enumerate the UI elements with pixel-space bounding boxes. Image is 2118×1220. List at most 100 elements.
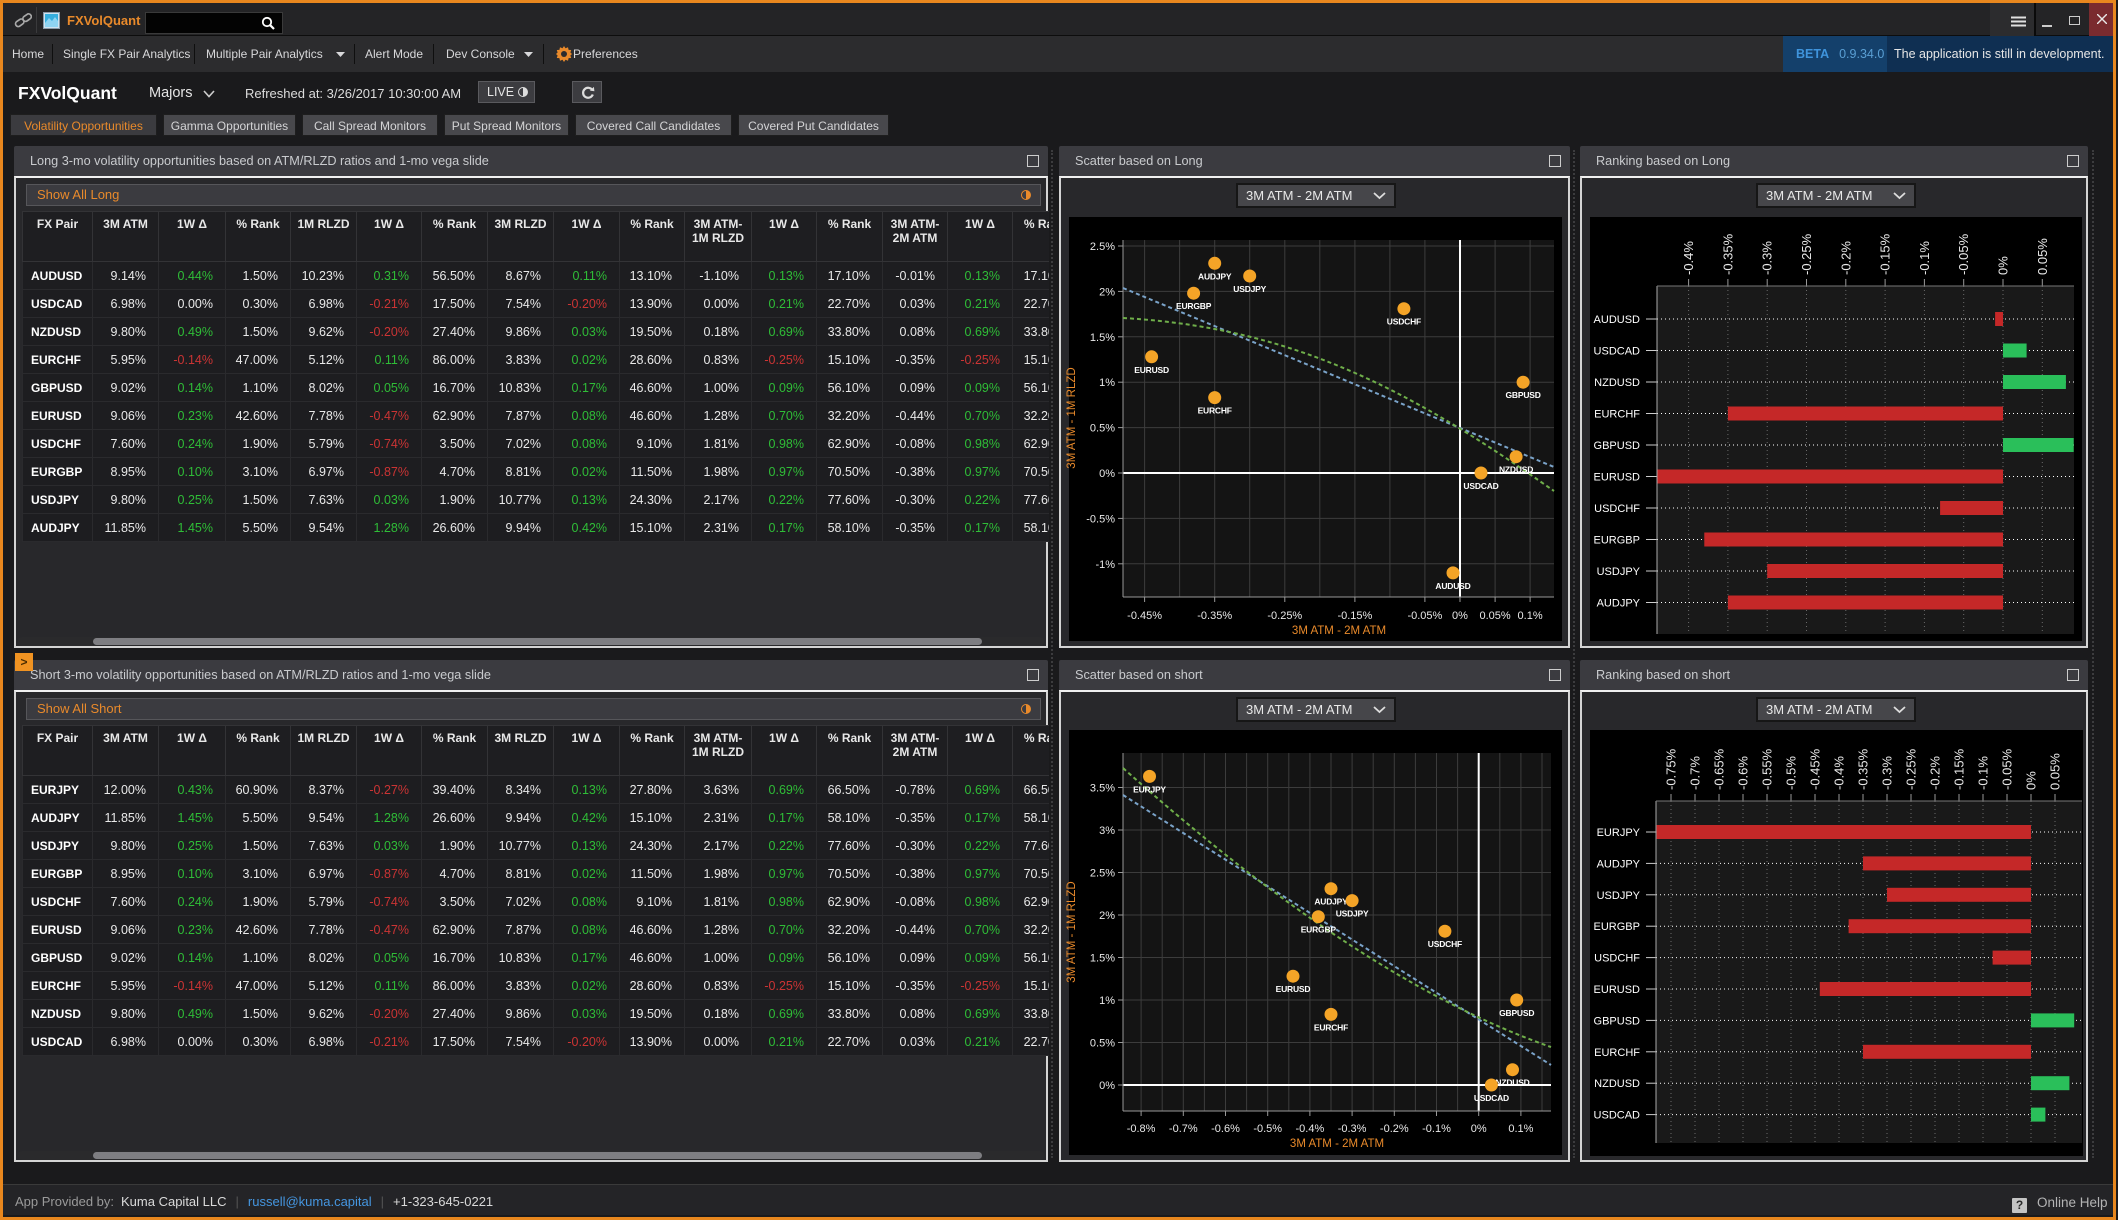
svg-text:-0.5%: -0.5% xyxy=(1253,1123,1282,1135)
svg-text:GBPUSD: GBPUSD xyxy=(1594,1015,1641,1027)
svg-text:-0.4%: -0.4% xyxy=(1681,241,1696,275)
svg-text:EURUSD: EURUSD xyxy=(1594,984,1641,996)
svg-text:USDCHF: USDCHF xyxy=(1387,317,1421,327)
svg-text:-0.2%: -0.2% xyxy=(1838,241,1853,275)
svg-text:-0.1%: -0.1% xyxy=(1976,756,1991,790)
svg-text:-0.75%: -0.75% xyxy=(1664,748,1679,790)
svg-text:0%: 0% xyxy=(1099,1080,1115,1092)
svg-text:NZDUSD: NZDUSD xyxy=(1495,1078,1529,1088)
svg-text:0%: 0% xyxy=(1471,1123,1487,1135)
svg-text:0%: 0% xyxy=(2024,771,2039,790)
svg-text:3M ATM - 2M ATM: 3M ATM - 2M ATM xyxy=(1292,625,1386,637)
svg-text:3M ATM - 1M RLZD: 3M ATM - 1M RLZD xyxy=(1066,367,1078,468)
svg-text:2.5%: 2.5% xyxy=(1090,241,1115,253)
svg-text:-0.25%: -0.25% xyxy=(1267,610,1302,622)
svg-text:-0.25%: -0.25% xyxy=(1799,233,1814,275)
svg-text:-0.4%: -0.4% xyxy=(1832,756,1847,790)
svg-text:-0.3%: -0.3% xyxy=(1880,756,1895,790)
svg-text:EURGBP: EURGBP xyxy=(1176,301,1212,311)
svg-text:0.1%: 0.1% xyxy=(1518,610,1543,622)
svg-text:-0.3%: -0.3% xyxy=(1338,1123,1367,1135)
svg-text:EURCHF: EURCHF xyxy=(1594,1047,1640,1059)
svg-text:USDJPY: USDJPY xyxy=(1233,284,1266,294)
svg-text:-0.5%: -0.5% xyxy=(1784,756,1799,790)
svg-text:EURGBP: EURGBP xyxy=(1594,535,1640,547)
svg-text:EURCHF: EURCHF xyxy=(1594,409,1640,421)
svg-text:NZDUSD: NZDUSD xyxy=(1594,377,1640,389)
svg-text:USDJPY: USDJPY xyxy=(1336,909,1369,919)
svg-text:NZDUSD: NZDUSD xyxy=(1594,1078,1640,1090)
svg-text:1.5%: 1.5% xyxy=(1090,332,1115,344)
svg-text:-0.35%: -0.35% xyxy=(1856,748,1871,790)
svg-text:GBPUSD: GBPUSD xyxy=(1506,390,1541,400)
svg-text:-0.05%: -0.05% xyxy=(1407,610,1442,622)
svg-text:GBPUSD: GBPUSD xyxy=(1499,1008,1534,1018)
svg-text:EURUSD: EURUSD xyxy=(1276,984,1311,994)
svg-text:-0.15%: -0.15% xyxy=(1952,748,1967,790)
svg-text:-0.7%: -0.7% xyxy=(1688,756,1703,790)
svg-text:AUDJPY: AUDJPY xyxy=(1597,598,1641,610)
svg-text:0.5%: 0.5% xyxy=(1090,1038,1115,1050)
svg-text:3M ATM - 2M ATM: 3M ATM - 2M ATM xyxy=(1290,1138,1384,1150)
svg-text:1%: 1% xyxy=(1099,995,1115,1007)
svg-text:USDCHF: USDCHF xyxy=(1594,503,1640,515)
svg-text:-1%: -1% xyxy=(1095,559,1115,571)
svg-text:0.1%: 0.1% xyxy=(1508,1123,1533,1135)
svg-text:0.05%: 0.05% xyxy=(2035,238,2050,275)
svg-text:-0.45%: -0.45% xyxy=(1808,748,1823,790)
svg-text:AUDJPY: AUDJPY xyxy=(1198,271,1232,281)
svg-text:EURJPY: EURJPY xyxy=(1133,784,1166,794)
svg-text:3M ATM - 1M RLZD: 3M ATM - 1M RLZD xyxy=(1066,881,1078,982)
svg-text:-0.1%: -0.1% xyxy=(1422,1123,1451,1135)
svg-text:0.05%: 0.05% xyxy=(1479,610,1510,622)
svg-text:-0.6%: -0.6% xyxy=(1211,1123,1240,1135)
svg-text:AUDUSD: AUDUSD xyxy=(1435,581,1470,591)
svg-text:-0.05%: -0.05% xyxy=(1956,233,1971,275)
svg-text:USDCAD: USDCAD xyxy=(1463,481,1498,491)
svg-text:-0.4%: -0.4% xyxy=(1296,1123,1325,1135)
svg-text:-0.15%: -0.15% xyxy=(1878,233,1893,275)
svg-text:EURUSD: EURUSD xyxy=(1134,365,1169,375)
svg-text:-0.55%: -0.55% xyxy=(1760,748,1775,790)
svg-text:USDCHF: USDCHF xyxy=(1594,953,1640,965)
svg-text:-0.05%: -0.05% xyxy=(2000,748,2015,790)
svg-text:-0.35%: -0.35% xyxy=(1197,610,1232,622)
svg-text:USDJPY: USDJPY xyxy=(1597,890,1641,902)
svg-text:2%: 2% xyxy=(1099,286,1115,298)
svg-text:2.5%: 2.5% xyxy=(1090,868,1115,880)
svg-text:AUDUSD: AUDUSD xyxy=(1594,314,1641,326)
svg-text:0.5%: 0.5% xyxy=(1090,423,1115,435)
svg-text:EURJPY: EURJPY xyxy=(1597,827,1641,839)
svg-text:2%: 2% xyxy=(1099,910,1115,922)
svg-text:-0.8%: -0.8% xyxy=(1127,1123,1156,1135)
svg-text:NZDUSD: NZDUSD xyxy=(1499,465,1533,475)
svg-text:USDCAD: USDCAD xyxy=(1594,1110,1641,1122)
svg-text:1.5%: 1.5% xyxy=(1090,953,1115,965)
svg-text:EURCHF: EURCHF xyxy=(1198,406,1232,416)
svg-text:-0.65%: -0.65% xyxy=(1712,748,1727,790)
svg-text:EURGBP: EURGBP xyxy=(1594,921,1640,933)
svg-text:AUDJPY: AUDJPY xyxy=(1314,897,1348,907)
svg-text:-0.35%: -0.35% xyxy=(1720,233,1735,275)
svg-text:-0.1%: -0.1% xyxy=(1917,241,1932,275)
svg-text:USDCAD: USDCAD xyxy=(1474,1093,1509,1103)
svg-text:-0.5%: -0.5% xyxy=(1086,513,1115,525)
svg-text:-0.6%: -0.6% xyxy=(1736,756,1751,790)
svg-text:USDCAD: USDCAD xyxy=(1594,346,1641,358)
svg-text:-0.3%: -0.3% xyxy=(1760,241,1775,275)
svg-text:0%: 0% xyxy=(1996,256,2011,275)
svg-text:-0.25%: -0.25% xyxy=(1904,748,1919,790)
svg-text:0.05%: 0.05% xyxy=(2048,753,2063,790)
svg-text:1%: 1% xyxy=(1099,377,1115,389)
svg-text:-0.7%: -0.7% xyxy=(1169,1123,1198,1135)
svg-text:-0.2%: -0.2% xyxy=(1380,1123,1409,1135)
svg-text:-0.45%: -0.45% xyxy=(1127,610,1162,622)
svg-text:GBPUSD: GBPUSD xyxy=(1594,440,1641,452)
svg-text:EURCHF: EURCHF xyxy=(1314,1022,1348,1032)
svg-text:-0.15%: -0.15% xyxy=(1337,610,1372,622)
svg-text:3%: 3% xyxy=(1099,825,1115,837)
svg-text:-0.2%: -0.2% xyxy=(1928,756,1943,790)
svg-text:USDCHF: USDCHF xyxy=(1428,939,1462,949)
svg-text:3.5%: 3.5% xyxy=(1090,783,1115,795)
svg-text:EURUSD: EURUSD xyxy=(1594,472,1641,484)
